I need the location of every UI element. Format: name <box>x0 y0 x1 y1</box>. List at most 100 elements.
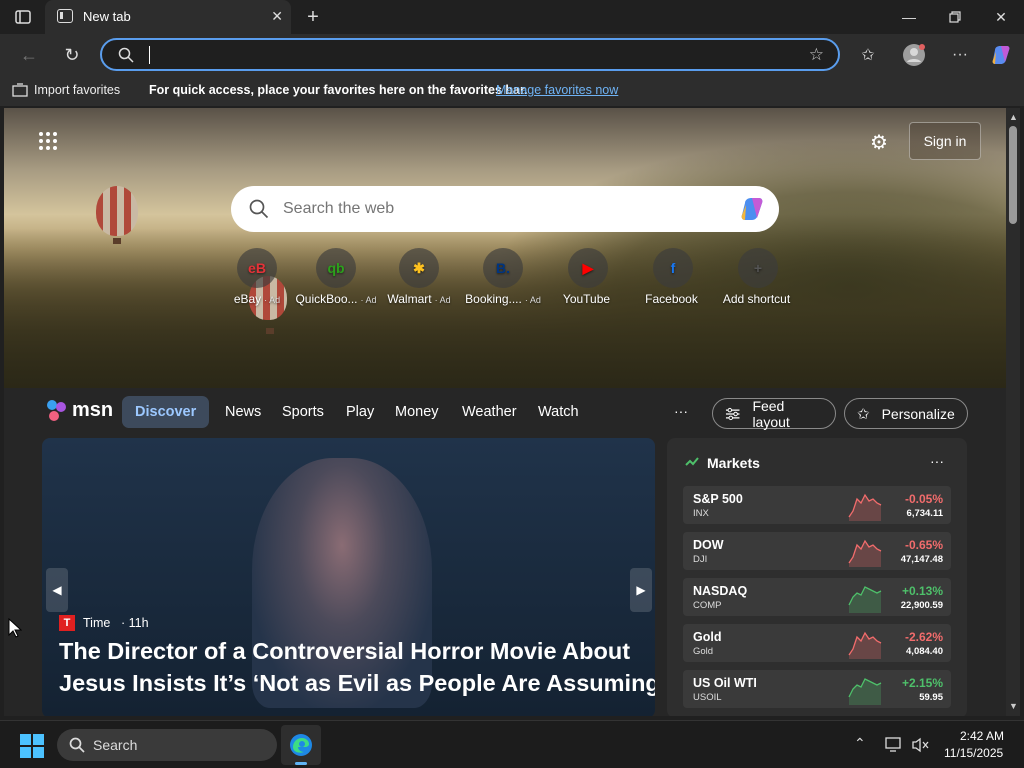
shortcut-icon: ✱ <box>399 248 439 288</box>
favorites-icon[interactable]: ✩ <box>853 40 883 70</box>
sparkline <box>848 631 882 659</box>
shortcut-icon: ▶ <box>568 248 608 288</box>
shortcut-ad-badge: · Ad <box>434 295 451 305</box>
settings-more-icon[interactable]: ··· <box>945 40 975 70</box>
market-change: -0.65% <box>904 538 943 552</box>
shortcut-label-text: Facebook <box>645 292 698 306</box>
sparkline <box>848 586 882 613</box>
web-search-box[interactable] <box>231 186 779 232</box>
shortcut-label: Add shortcut <box>717 292 799 306</box>
market-change: -0.05% <box>904 492 943 506</box>
msn-nav-news[interactable]: News <box>225 404 261 420</box>
windows-start-icon[interactable] <box>20 734 44 763</box>
shortcut-tile[interactable]: f Facebook <box>632 248 714 306</box>
mouse-cursor-icon <box>8 618 22 638</box>
personalize-button[interactable]: ✩ Personalize <box>844 398 968 429</box>
refresh-icon[interactable]: ↻ <box>57 40 87 70</box>
tab-actions-icon[interactable] <box>0 0 46 34</box>
msn-nav-watch[interactable]: Watch <box>538 404 579 420</box>
msn-nav-discover[interactable]: Discover <box>122 396 210 428</box>
tab-title: New tab <box>83 9 131 24</box>
minimize-icon[interactable]: — <box>886 0 932 34</box>
network-icon[interactable] <box>885 737 903 753</box>
search-icon <box>118 47 134 63</box>
shortcut-tile[interactable]: B. Booking.... · Ad <box>462 248 544 306</box>
market-row[interactable]: DOW DJI -0.65% 47,147.48 <box>683 532 951 570</box>
import-favorites-button[interactable]: Import favorites <box>34 83 120 97</box>
profile-avatar[interactable] <box>899 40 929 70</box>
sign-in-button[interactable]: Sign in <box>909 122 981 160</box>
shortcut-tile[interactable]: ▶ YouTube <box>547 248 629 306</box>
text-cursor <box>149 46 150 64</box>
close-tab-icon[interactable]: ✕ <box>271 8 283 25</box>
scroll-down-icon[interactable]: ▼ <box>1009 701 1018 711</box>
shortcut-icon: + <box>738 248 778 288</box>
market-symbol: INX <box>693 508 709 519</box>
back-icon[interactable]: ← <box>14 40 44 70</box>
restore-icon[interactable] <box>932 0 978 34</box>
shortcut-tile[interactable]: ✱ Walmart · Ad <box>378 248 460 306</box>
sparkle-icon: ✩ <box>857 405 870 423</box>
address-bar[interactable]: ☆ <box>100 38 840 71</box>
shortcut-label-text: YouTube <box>562 292 611 306</box>
market-symbol: DJI <box>693 554 708 565</box>
favbar-message: For quick access, place your favorites h… <box>149 83 528 97</box>
shortcut-tile[interactable]: eB eBay · Ad <box>216 248 298 306</box>
market-value: 59.95 <box>919 692 943 703</box>
market-row[interactable]: S&P 500 INX -0.05% 6,734.11 <box>683 486 951 524</box>
carousel-next-icon[interactable]: ▶ <box>630 568 652 612</box>
page-scrollbar[interactable]: ▲ ▼ <box>1006 108 1020 716</box>
search-icon <box>69 737 85 753</box>
tab-new-tab[interactable]: New tab ✕ <box>45 0 291 34</box>
favorite-star-icon[interactable]: ☆ <box>809 45 824 65</box>
market-row[interactable]: NASDAQ COMP +0.13% 22,900.59 <box>683 578 951 616</box>
headline-title[interactable]: The Director of a Controversial Horror M… <box>59 635 655 699</box>
sliders-icon <box>725 407 740 420</box>
shortcut-tile[interactable]: + Add shortcut <box>717 248 799 306</box>
shortcut-label-text: Booking.... <box>465 292 522 306</box>
msn-logo-icon <box>44 398 70 429</box>
close-window-icon[interactable]: ✕ <box>978 0 1024 34</box>
market-value: 6,734.11 <box>906 508 943 519</box>
chevron-up-icon[interactable]: ⌃ <box>854 735 866 752</box>
copilot-icon[interactable] <box>987 40 1017 70</box>
shortcut-icon: B. <box>483 248 523 288</box>
markets-widget: Markets ··· S&P 500 INX -0.05% 6,734.11 DOW D… <box>667 438 967 716</box>
shortcut-label: YouTube <box>547 292 629 306</box>
shortcut-ad-badge: · Ad <box>524 295 541 305</box>
shortcut-label: Walmart · Ad <box>378 292 460 306</box>
volume-muted-icon[interactable] <box>911 737 929 753</box>
shortcut-icon: f <box>653 248 693 288</box>
shortcut-tile[interactable]: qb QuickBoo... · Ad <box>295 248 377 306</box>
markets-title: Markets <box>707 455 760 471</box>
msn-nav-money[interactable]: Money <box>395 404 439 420</box>
taskbar-search[interactable]: Search <box>57 729 277 761</box>
markets-more-icon[interactable]: ··· <box>930 453 944 469</box>
carousel-prev-icon[interactable]: ◀ <box>46 568 68 612</box>
scroll-up-icon[interactable]: ▲ <box>1009 112 1018 122</box>
shortcut-label: QuickBoo... · Ad <box>295 292 377 306</box>
msn-nav-sports[interactable]: Sports <box>282 404 324 420</box>
scrollbar-thumb[interactable] <box>1009 126 1017 224</box>
edge-taskbar-button[interactable] <box>281 725 321 765</box>
new-tab-icon[interactable]: + <box>290 0 336 34</box>
feed-layout-label: Feed layout <box>752 397 790 430</box>
clock-date: 11/15/2025 <box>944 746 1004 760</box>
headline-card[interactable]: ◀ ▶ T Time · 11h The Director of a Contr… <box>42 438 655 716</box>
copilot-icon[interactable] <box>739 196 767 222</box>
shortcut-icon: qb <box>316 248 356 288</box>
gear-icon[interactable]: ⚙ <box>870 130 888 155</box>
shortcut-ad-badge: · Ad <box>264 295 281 305</box>
search-input[interactable] <box>283 198 703 220</box>
apps-grid-icon[interactable] <box>38 131 58 156</box>
active-indicator <box>295 762 307 765</box>
shortcut-label: eBay · Ad <box>216 292 298 306</box>
market-name: US Oil WTI <box>693 676 757 690</box>
feed-layout-button[interactable]: Feed layout <box>712 397 836 430</box>
manage-favorites-link[interactable]: Manage favorites now <box>496 83 618 97</box>
msn-nav-play[interactable]: Play <box>346 404 374 420</box>
msn-nav-weather[interactable]: Weather <box>462 404 517 420</box>
market-row[interactable]: US Oil WTI USOIL +2.15% 59.95 <box>683 670 951 708</box>
market-row[interactable]: Gold Gold -2.62% 4,084.40 <box>683 624 951 662</box>
more-nav-icon[interactable]: ··· <box>674 403 688 419</box>
